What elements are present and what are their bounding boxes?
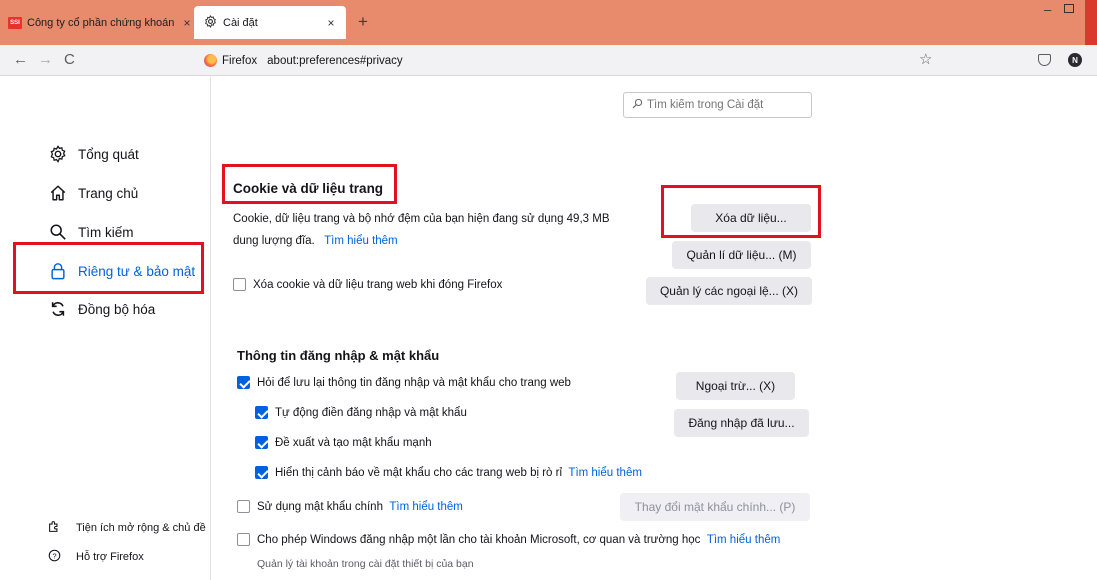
windows-sso-subtext: Quản lý tài khoản trong cài đặt thiết bị… <box>257 558 474 570</box>
checkbox-label: Cho phép Windows đăng nhập một lần cho t… <box>257 533 701 546</box>
change-primary-password-button[interactable]: Thay đổi mật khẩu chính... (P) <box>620 493 810 521</box>
sidebar-link-support[interactable]: ? Hỗ trợ Firefox <box>48 549 144 565</box>
checkbox-label: Đề xuất và tạo mật khẩu mạnh <box>275 436 432 449</box>
sidebar-item-label: Tìm kiếm <box>78 224 134 240</box>
close-tab-icon[interactable]: × <box>324 16 338 30</box>
checkbox-label: Tự động điền đăng nhập và mật khẩu <box>275 406 467 419</box>
sidebar-item-home[interactable]: Trang chủ <box>48 183 138 203</box>
reload-button[interactable]: C <box>64 51 75 68</box>
checkbox-label: Hiển thị cảnh báo về mật khẩu cho các tr… <box>275 466 563 479</box>
back-button[interactable]: ← <box>13 51 28 68</box>
close-window-button[interactable] <box>1085 0 1097 45</box>
puzzle-icon <box>48 520 64 536</box>
search-icon <box>48 222 68 242</box>
manage-data-button[interactable]: Quản lí dữ liệu... (M) <box>672 241 811 269</box>
learn-more-link[interactable]: Tìm hiểu thêm <box>707 534 781 546</box>
gear-icon <box>48 144 68 164</box>
url-text[interactable]: about:preferences#privacy <box>267 55 403 67</box>
sidebar-item-label: Đồng bộ hóa <box>78 301 156 317</box>
checkbox-unchecked[interactable] <box>233 278 246 291</box>
checkbox-checked[interactable] <box>255 436 268 449</box>
sidebar-link-addons[interactable]: Tiện ích mở rộng & chủ đề <box>48 520 206 536</box>
tab-strip: SSI Công ty cổ phần chứng khoán × Cài đặ… <box>0 0 1097 45</box>
sidebar-footer-label: Hỗ trợ Firefox <box>76 551 144 563</box>
tab-settings[interactable]: Cài đặt × <box>194 6 346 39</box>
tab-ssi[interactable]: SSI Công ty cổ phần chứng khoán × <box>8 7 194 38</box>
maximize-button[interactable] <box>1064 4 1074 13</box>
new-tab-button[interactable]: + <box>358 12 368 32</box>
cookie-usage-text-2: dung lượng đĩa. Tìm hiểu thêm <box>233 235 398 247</box>
sync-icon <box>48 299 68 319</box>
sidebar-item-label: Trang chủ <box>78 185 139 201</box>
windows-sso-checkbox[interactable]: Cho phép Windows đăng nhập một lần cho t… <box>237 533 780 546</box>
highlight-box-heading <box>222 164 397 204</box>
saved-logins-button[interactable]: Đăng nhập đã lưu... <box>674 409 809 437</box>
bookmark-star-icon[interactable]: ☆ <box>919 50 932 68</box>
learn-more-link[interactable]: Tìm hiểu thêm <box>568 467 642 479</box>
search-icon <box>632 98 643 112</box>
cookie-usage-text: Cookie, dữ liệu trang và bộ nhớ đệm của … <box>233 213 610 225</box>
search-input[interactable] <box>647 99 807 111</box>
tab-title: Cài đặt <box>223 16 258 29</box>
checkbox-checked[interactable] <box>255 466 268 479</box>
autofill-logins-checkbox[interactable]: Tự động điền đăng nhập và mật khẩu <box>255 406 467 419</box>
checkbox-label: Hỏi để lưu lại thông tin đăng nhập và mậ… <box>257 376 571 389</box>
gear-icon <box>204 14 217 31</box>
ask-save-logins-checkbox[interactable]: Hỏi để lưu lại thông tin đăng nhập và mậ… <box>237 376 571 389</box>
ssi-favicon-icon: SSI <box>8 16 22 29</box>
login-exceptions-button[interactable]: Ngoại trừ... (X) <box>676 372 795 400</box>
svg-text:?: ? <box>52 551 56 560</box>
breach-alerts-checkbox[interactable]: Hiển thị cảnh báo về mật khẩu cho các tr… <box>255 466 642 479</box>
minimize-button[interactable]: – <box>1044 2 1051 17</box>
sidebar-footer-label: Tiện ích mở rộng & chủ đề <box>76 522 206 534</box>
settings-search-field[interactable] <box>623 92 812 118</box>
sidebar-item-general[interactable]: Tổng quát <box>48 144 139 164</box>
home-icon <box>48 183 68 203</box>
suggest-passwords-checkbox[interactable]: Đề xuất và tạo mật khẩu mạnh <box>255 436 432 449</box>
checkbox-unchecked[interactable] <box>237 533 250 546</box>
sidebar-item-label: Tổng quát <box>78 146 139 162</box>
pocket-icon[interactable] <box>1038 54 1051 66</box>
close-tab-icon[interactable]: × <box>180 16 194 30</box>
navigation-toolbar: ← → C Firefox about:preferences#privacy … <box>0 45 1097 76</box>
learn-more-link[interactable]: Tìm hiểu thêm <box>389 501 463 513</box>
sidebar-item-search[interactable]: Tìm kiếm <box>48 222 134 242</box>
checkbox-checked[interactable] <box>237 376 250 389</box>
checkbox-checked[interactable] <box>255 406 268 419</box>
tab-title: Công ty cổ phần chứng khoán <box>27 16 175 29</box>
delete-cookies-on-close-checkbox[interactable]: Xóa cookie và dữ liệu trang web khi đóng… <box>233 278 502 291</box>
identity-label: Firefox <box>222 54 258 67</box>
firefox-logo-icon <box>204 54 217 67</box>
highlight-box-clear-button <box>661 185 821 238</box>
highlight-box-sidebar <box>13 242 204 294</box>
help-icon: ? <box>48 549 64 565</box>
primary-password-checkbox[interactable]: Sử dụng mật khẩu chính Tìm hiểu thêm <box>237 500 463 513</box>
logins-section-heading: Thông tin đăng nhập & mật khẩu <box>237 348 440 363</box>
sidebar-item-sync[interactable]: Đồng bộ hóa <box>48 299 155 319</box>
settings-sidebar: Tổng quát Trang chủ Tìm kiếm Riêng tư & … <box>0 77 211 580</box>
checkbox-unchecked[interactable] <box>237 500 250 513</box>
manage-exceptions-button[interactable]: Quản lý các ngoại lệ... (X) <box>646 277 812 305</box>
learn-more-link[interactable]: Tìm hiểu thêm <box>324 235 398 247</box>
account-avatar[interactable]: N <box>1068 53 1082 67</box>
checkbox-label: Sử dụng mật khẩu chính <box>257 500 383 513</box>
url-bar[interactable]: Firefox about:preferences#privacy <box>200 49 950 72</box>
forward-button[interactable]: → <box>38 51 53 68</box>
disk-usage-label: dung lượng đĩa. <box>233 235 315 247</box>
checkbox-label: Xóa cookie và dữ liệu trang web khi đóng… <box>253 278 503 291</box>
